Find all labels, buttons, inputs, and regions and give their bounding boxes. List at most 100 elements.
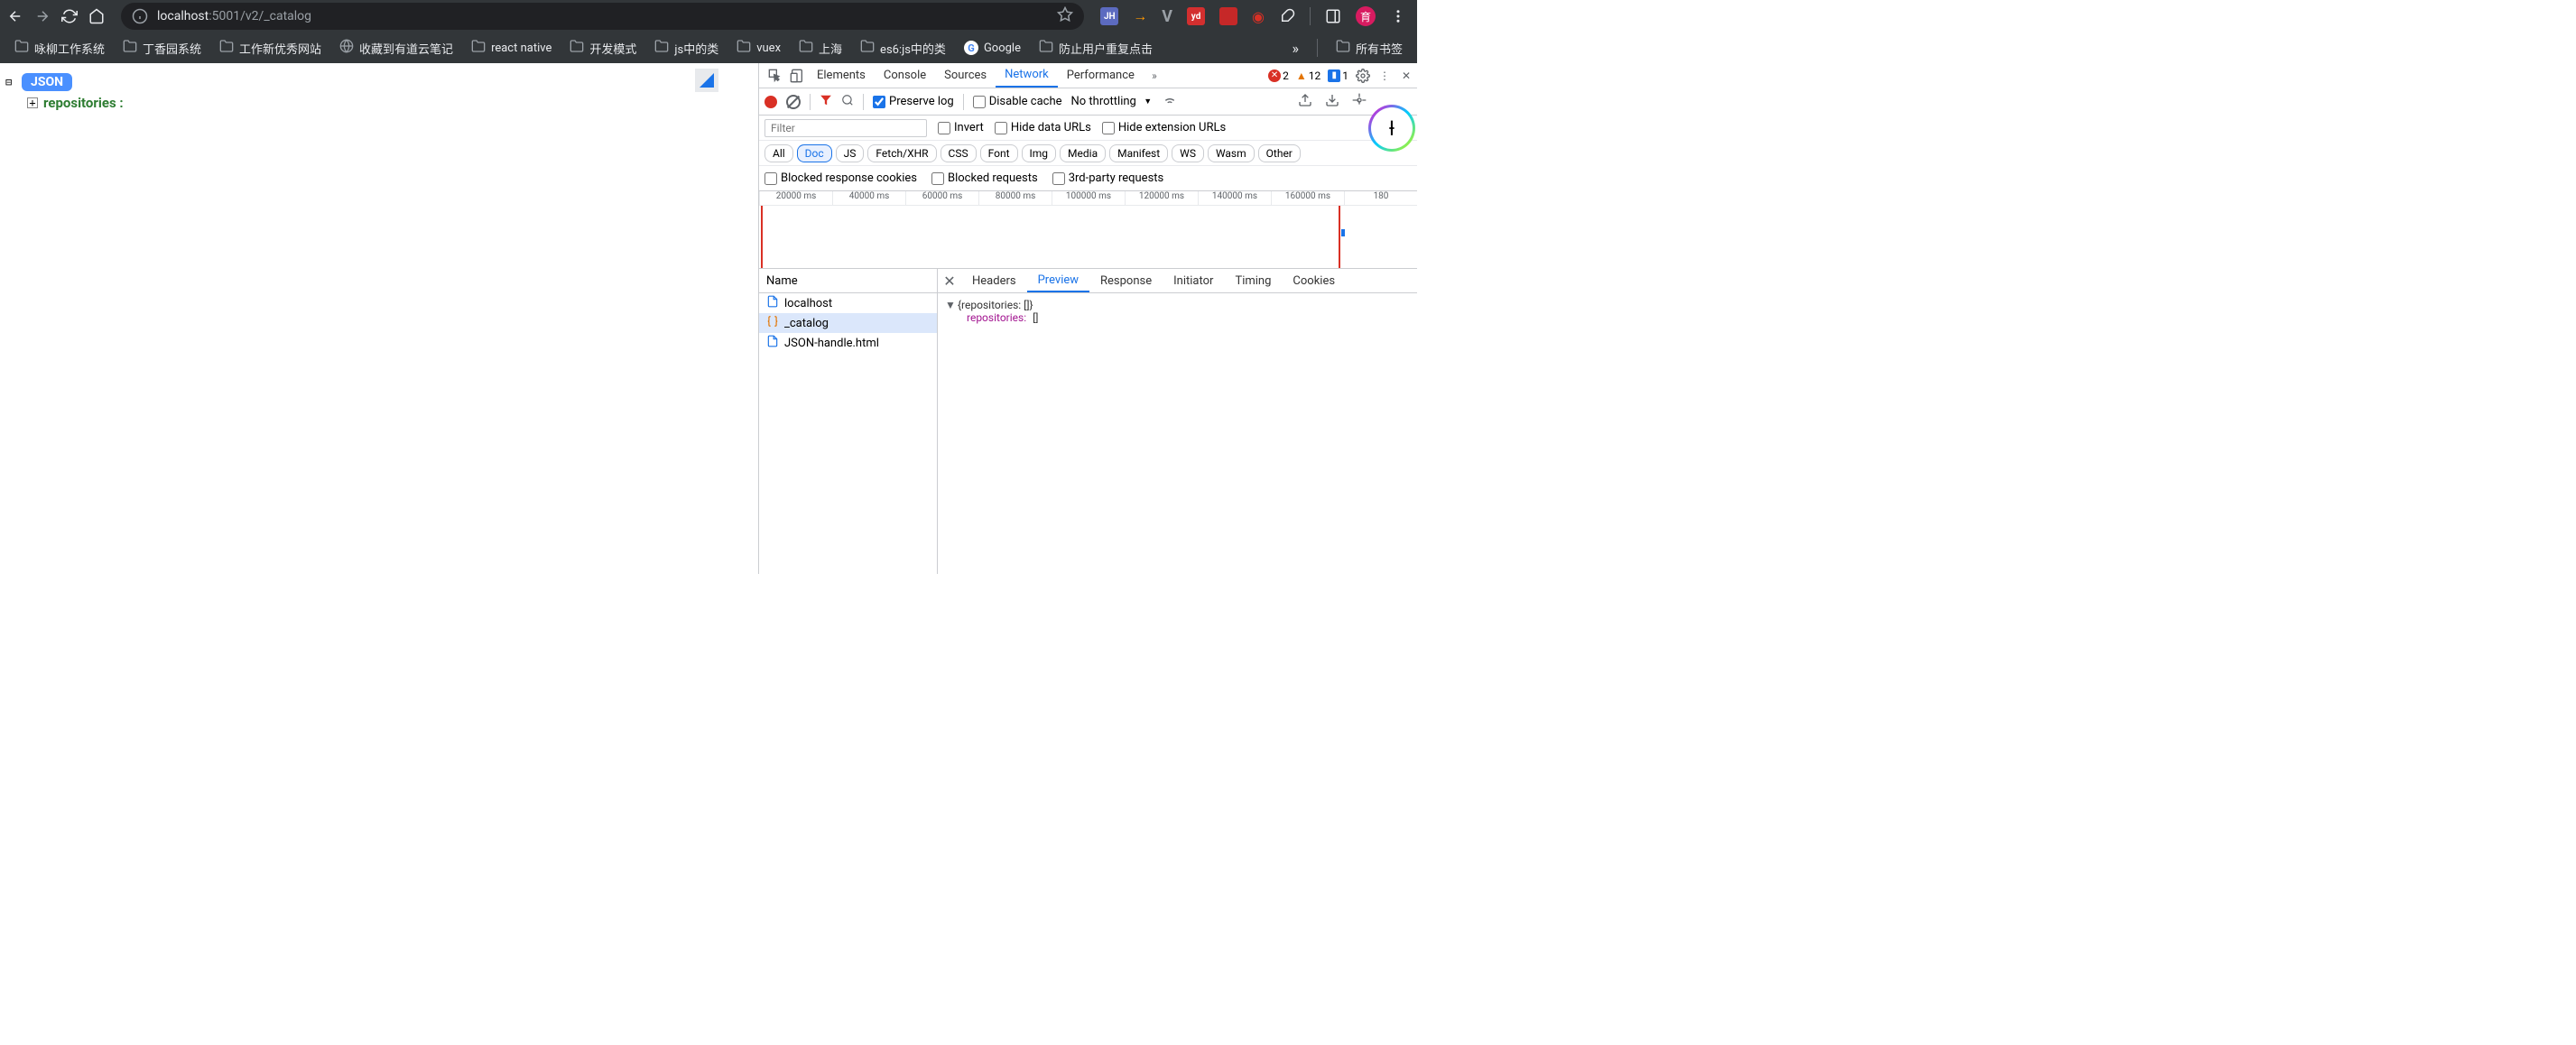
- json-expand-toggle[interactable]: +: [27, 97, 38, 108]
- third-party-checkbox[interactable]: 3rd-party requests: [1052, 171, 1164, 185]
- preview-toggle-icon[interactable]: ▼: [945, 299, 956, 311]
- detail-tab-timing[interactable]: Timing: [1224, 269, 1282, 292]
- devtools-tab-performance[interactable]: Performance: [1058, 63, 1144, 88]
- sidepanel-button[interactable]: [1325, 8, 1341, 24]
- back-button[interactable]: [7, 8, 23, 24]
- folder-icon: [1336, 39, 1350, 57]
- extension-yd[interactable]: yd: [1187, 7, 1205, 25]
- home-button[interactable]: [88, 8, 105, 24]
- devtools-tab-network[interactable]: Network: [996, 63, 1058, 88]
- type-filter-doc[interactable]: Doc: [797, 144, 832, 162]
- extension-spiral-icon[interactable]: ◉: [1252, 8, 1265, 25]
- network-settings-icon[interactable]: [1350, 93, 1368, 110]
- search-icon[interactable]: [841, 94, 854, 109]
- bookmark-item[interactable]: 收藏到有道云笔记: [332, 35, 460, 60]
- detail-tab-cookies[interactable]: Cookies: [1282, 269, 1346, 292]
- devtools-tab-elements[interactable]: Elements: [808, 63, 875, 88]
- devtools-menu-icon[interactable]: ⋮: [1374, 69, 1395, 82]
- json-collapse-toggle[interactable]: ⊟: [5, 76, 12, 88]
- bookmark-item[interactable]: 工作新优秀网站: [212, 35, 329, 60]
- device-toolbar-icon[interactable]: [786, 69, 808, 83]
- type-filter-js[interactable]: JS: [836, 144, 865, 162]
- folder-icon: [799, 39, 813, 57]
- inspect-element-icon[interactable]: [764, 69, 786, 83]
- type-filter-css[interactable]: CSS: [941, 144, 977, 162]
- extension-red1[interactable]: [1219, 7, 1237, 25]
- bookmarks-overflow-icon[interactable]: »: [1284, 40, 1306, 57]
- invert-checkbox[interactable]: Invert: [938, 121, 984, 134]
- filter-icon[interactable]: [820, 94, 832, 109]
- bookmark-item[interactable]: 丁香园系统: [116, 35, 208, 60]
- warning-count-badge[interactable]: ▲12: [1293, 69, 1324, 82]
- extension-jh[interactable]: JH: [1100, 7, 1118, 25]
- devtools-settings-icon[interactable]: [1352, 69, 1374, 83]
- profile-avatar[interactable]: 育: [1356, 6, 1376, 26]
- type-filter-ws[interactable]: WS: [1172, 144, 1204, 162]
- blocked-cookies-checkbox[interactable]: Blocked response cookies: [764, 171, 917, 185]
- bookmark-item[interactable]: 咏柳工作系统: [7, 35, 112, 60]
- type-filter-fetch-xhr[interactable]: Fetch/XHR: [867, 144, 936, 162]
- bookmark-star-icon[interactable]: [1057, 6, 1073, 26]
- type-filter-wasm[interactable]: Wasm: [1208, 144, 1255, 162]
- bookmark-item[interactable]: 防止用户重复点击: [1032, 35, 1160, 60]
- network-conditions-icon[interactable]: [1161, 93, 1179, 110]
- timeline-overview[interactable]: 20000 ms40000 ms60000 ms80000 ms100000 m…: [759, 191, 1417, 269]
- bookmark-item[interactable]: react native: [464, 35, 559, 60]
- url-bar[interactable]: localhost:5001/v2/_catalog: [121, 3, 1084, 30]
- site-info-icon[interactable]: [132, 8, 148, 24]
- request-row[interactable]: _catalog: [759, 313, 937, 333]
- detail-tab-initiator[interactable]: Initiator: [1163, 269, 1224, 292]
- request-name: _catalog: [784, 317, 829, 330]
- devtools-close-icon[interactable]: ✕: [1395, 69, 1417, 82]
- type-filter-img[interactable]: Img: [1022, 144, 1057, 162]
- all-bookmarks-button[interactable]: 所有书签: [1329, 35, 1410, 60]
- floating-extension-logo[interactable]: ⟊: [1368, 105, 1415, 152]
- bookmark-label: 收藏到有道云笔记: [359, 40, 453, 57]
- detail-tab-preview[interactable]: Preview: [1027, 269, 1089, 292]
- import-har-icon[interactable]: [1296, 93, 1314, 110]
- clear-button[interactable]: [786, 95, 801, 109]
- bookmark-item[interactable]: 开发模式: [562, 35, 644, 60]
- record-button[interactable]: [764, 96, 777, 108]
- chrome-menu-button[interactable]: [1390, 8, 1406, 24]
- devtools-tab-console[interactable]: Console: [875, 63, 935, 88]
- type-filter-other[interactable]: Other: [1258, 144, 1301, 162]
- export-har-icon[interactable]: [1323, 93, 1341, 110]
- timeline-tick: 80000 ms: [978, 191, 1052, 205]
- request-row[interactable]: JSON-handle.html: [759, 333, 937, 353]
- extension-arrow-icon[interactable]: →: [1133, 7, 1147, 25]
- extension-v-icon[interactable]: V: [1162, 7, 1172, 26]
- filter-input[interactable]: [764, 119, 927, 137]
- issues-count-badge[interactable]: ▮1: [1324, 69, 1352, 82]
- json-handle-toggle[interactable]: [695, 69, 718, 92]
- type-filter-font[interactable]: Font: [980, 144, 1018, 162]
- more-tabs-icon[interactable]: »: [1144, 69, 1165, 82]
- blocked-requests-checkbox[interactable]: Blocked requests: [931, 171, 1038, 185]
- extensions-button[interactable]: [1279, 8, 1295, 24]
- type-filter-manifest[interactable]: Manifest: [1109, 144, 1168, 162]
- preserve-log-checkbox[interactable]: Preserve log: [873, 95, 954, 108]
- bookmark-item[interactable]: es6:js中的类: [853, 35, 953, 60]
- type-filter-media[interactable]: Media: [1060, 144, 1106, 162]
- disable-cache-checkbox[interactable]: Disable cache: [973, 95, 1062, 108]
- detail-tab-headers[interactable]: Headers: [961, 269, 1027, 292]
- request-name: localhost: [784, 297, 832, 310]
- bookmark-item[interactable]: vuex: [729, 35, 788, 60]
- name-column-header[interactable]: Name: [759, 269, 937, 293]
- bookmark-item[interactable]: GGoogle: [957, 37, 1028, 59]
- forward-button[interactable]: [34, 8, 51, 24]
- hide-extension-urls-checkbox[interactable]: Hide extension URLs: [1102, 121, 1226, 134]
- bookmark-item[interactable]: js中的类: [647, 35, 726, 60]
- throttling-dropdown[interactable]: No throttling ▼: [1071, 95, 1153, 108]
- close-detail-icon[interactable]: ✕: [938, 273, 961, 290]
- request-row[interactable]: localhost: [759, 293, 937, 313]
- bookmark-item[interactable]: 上海: [792, 35, 849, 60]
- folder-icon: [860, 39, 875, 57]
- hide-data-urls-checkbox[interactable]: Hide data URLs: [995, 121, 1091, 134]
- error-count-badge[interactable]: ✕2: [1265, 69, 1293, 82]
- devtools-tab-sources[interactable]: Sources: [935, 63, 996, 88]
- reload-button[interactable]: [61, 8, 78, 24]
- type-filter-all[interactable]: All: [764, 144, 793, 162]
- detail-tab-response[interactable]: Response: [1089, 269, 1163, 292]
- request-name: JSON-handle.html: [784, 337, 879, 350]
